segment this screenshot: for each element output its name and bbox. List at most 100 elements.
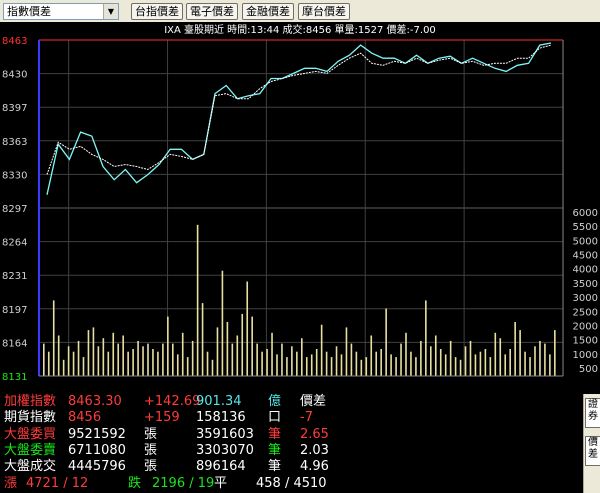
volume-bar — [370, 335, 373, 376]
volume-bar — [439, 349, 442, 376]
stats-cell: +159 — [144, 410, 180, 426]
spread-button[interactable]: 價差 — [585, 436, 600, 466]
volume-bar — [226, 322, 229, 376]
y-tick-label: 8430 — [2, 70, 27, 81]
volume-bar — [529, 357, 531, 376]
stats-cell: 加權指數 — [4, 394, 57, 409]
securities-button[interactable]: 證券 — [585, 398, 600, 428]
volume-bar — [117, 343, 120, 376]
y-tick-label: 8297 — [2, 204, 27, 215]
stats-cell: 6711080 — [68, 442, 126, 458]
volume-bar — [420, 340, 422, 376]
volume-tick-label: 2000 — [573, 321, 598, 332]
volume-bar — [291, 346, 293, 376]
volume-tick-label: 3000 — [573, 293, 598, 304]
volume-bar — [345, 327, 348, 376]
volume-bar — [196, 224, 199, 376]
stats-cell: 漲 — [4, 475, 18, 491]
stats-row: 漲 4721 / 12 跌 2196 / 19 平 458 / 4510 — [0, 476, 583, 492]
volume-bar — [77, 340, 80, 376]
volume-bar — [142, 346, 144, 376]
finance-spread-button[interactable]: 金融價差 — [242, 3, 294, 20]
volume-bar — [276, 354, 278, 376]
taiex-spread-button[interactable]: 台指價差 — [131, 3, 183, 20]
dropdown-arrow-icon[interactable]: ▼ — [103, 4, 118, 19]
volume-tick-label: 2500 — [573, 307, 598, 318]
volume-bar — [489, 357, 492, 376]
volume-bar — [112, 332, 115, 376]
volume-bar — [82, 357, 85, 376]
stats-cell: 張 — [144, 442, 158, 458]
volume-bar — [127, 351, 129, 376]
volume-bar — [504, 354, 507, 376]
volume-bar — [315, 349, 318, 376]
volume-bar — [305, 357, 308, 376]
y-tick-label: 8463 — [2, 36, 27, 47]
toolbar: 指數價差 ▼ 台指價差 電子價差 金融價差 摩台價差 — [0, 0, 600, 23]
volume-bar — [444, 354, 447, 376]
volume-tick-label: 5500 — [573, 222, 598, 233]
stats-cell: 3591603 — [196, 426, 254, 442]
stats-row: 大盤委買 9521592 張 3591603 筆 2.65 — [0, 427, 583, 443]
stats-cell: 筆 — [268, 426, 282, 442]
volume-bar — [256, 343, 258, 376]
volume-bar — [330, 357, 333, 376]
volume-bar — [415, 357, 417, 376]
stats-cell: 筆 — [268, 442, 282, 458]
volume-bar — [554, 330, 556, 376]
volume-bar — [434, 335, 437, 376]
volume-bar — [430, 346, 432, 376]
volume-bar — [206, 351, 209, 376]
y-tick-label: 8330 — [2, 170, 27, 181]
stats-row: 大盤委賣 6711080 張 3303070 筆 2.03 — [0, 443, 583, 459]
volume-bar — [271, 332, 273, 376]
electronics-spread-button[interactable]: 電子價差 — [186, 3, 238, 20]
y-tick-label: 8264 — [2, 238, 27, 249]
stats-cell: -7 — [300, 410, 313, 426]
volume-bar — [301, 338, 303, 376]
volume-bar — [385, 308, 387, 376]
volume-tick-label: 1000 — [573, 350, 598, 361]
volume-bar — [509, 349, 511, 376]
stats-cell: 2.03 — [300, 442, 329, 458]
stats-cell: 9521592 — [68, 426, 126, 442]
volume-bar — [459, 359, 462, 376]
time-axis-strip — [0, 380, 583, 394]
volume-bar — [350, 343, 353, 376]
volume-bar — [47, 351, 50, 376]
stats-cell: 8463.30 — [68, 394, 122, 409]
msci-taiwan-spread-button[interactable]: 摩台價差 — [298, 3, 350, 20]
volume-bar — [157, 351, 159, 376]
volume-bar — [355, 351, 358, 376]
volume-bar — [57, 335, 60, 376]
volume-bar — [310, 354, 313, 376]
volume-bar — [360, 359, 363, 376]
stats-cell: 跌 — [128, 475, 142, 491]
stats-cell: +142.69 — [144, 394, 201, 409]
volume-bar — [474, 354, 477, 376]
volume-bar — [62, 359, 65, 376]
volume-tick-label: 6000 — [573, 208, 598, 219]
volume-bar — [335, 346, 338, 376]
volume-bar — [216, 327, 219, 376]
volume-bar — [97, 346, 100, 376]
volume-bar — [261, 351, 263, 376]
volume-bar — [380, 349, 382, 376]
stats-cell: 3303070 — [196, 442, 254, 458]
volume-bar — [87, 330, 90, 376]
index-spread-select[interactable]: 指數價差 ▼ — [3, 3, 119, 20]
y-tick-label: 8363 — [2, 137, 27, 148]
volume-bar — [107, 351, 110, 376]
volume-bar — [405, 332, 407, 376]
volume-tick-label: 1500 — [573, 336, 598, 347]
stats-cell: 口 — [268, 410, 282, 426]
volume-bar — [191, 340, 194, 376]
market-stats-panel: 加權指數 8463.30 +142.69 901.34 億 價差 期貨指數 8456 +159 1… — [0, 394, 583, 493]
volume-bar — [464, 346, 467, 376]
volume-bar — [181, 332, 184, 376]
volume-bar — [320, 324, 323, 376]
volume-bar — [469, 340, 472, 376]
y-tick-label: 8164 — [2, 338, 27, 349]
stats-cell: 大盤成交 — [4, 459, 57, 475]
stats-cell: 4721 / 12 — [26, 475, 89, 491]
